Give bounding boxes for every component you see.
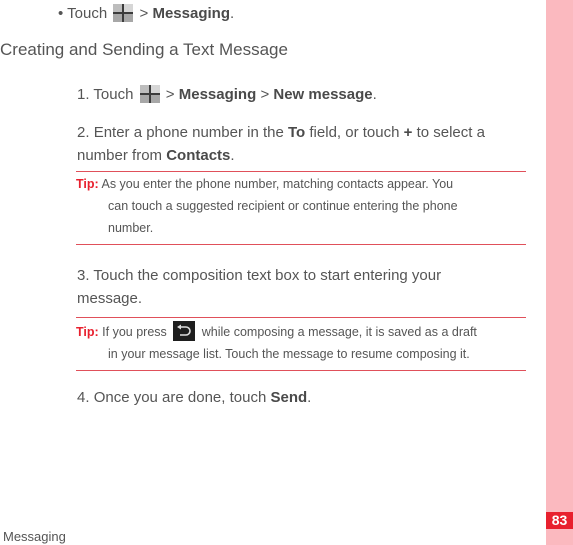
tip-1-line-3: number.: [108, 221, 154, 235]
step-3-line-1: 3. Touch the composition text box to sta…: [77, 264, 441, 287]
step-text: to select a: [416, 124, 485, 141]
step-end: .: [307, 389, 312, 406]
step-3: 3. Touch the composition text box to sta…: [77, 264, 441, 310]
bullet-prefix: • Touch: [58, 5, 108, 22]
tip-text: If you press: [102, 325, 167, 339]
step-2-line-2: number from Contacts.: [77, 144, 485, 167]
page-edge-sidebar: [546, 0, 573, 545]
step-1: 1. Touch > Messaging > New message.: [77, 85, 377, 103]
tip-label: Tip:: [76, 325, 99, 339]
bullet-end: .: [230, 5, 235, 22]
footer-section-label: Messaging: [3, 529, 66, 544]
step-4: 4. Once you are done, touch Send.: [77, 389, 311, 406]
bold-term: Messaging: [178, 86, 257, 103]
bold-term: Send: [270, 389, 308, 406]
bullet-separator: >: [139, 5, 149, 22]
tip-text: As you enter the phone number, matching …: [101, 177, 454, 191]
step-number: 4.: [77, 389, 90, 406]
tip-1-line-2: can touch a suggested recipient or conti…: [108, 199, 458, 213]
section-heading: Creating and Sending a Text Message: [0, 40, 288, 59]
tip-text: while composing a message, it is saved a…: [201, 325, 477, 339]
step-end: .: [230, 147, 235, 164]
step-text: Enter a phone number in the: [93, 124, 284, 141]
tip-box-2: Tip: If you press while composing a mess…: [76, 317, 526, 371]
step-text: Once you are done, touch: [93, 389, 267, 406]
step-number: 1.: [77, 86, 90, 103]
apps-grid-icon: [139, 85, 160, 103]
step-text: Touch: [93, 86, 134, 103]
tip-2-line-2: in your message list. Touch the message …: [108, 347, 470, 361]
step-text: Touch the composition text box to start …: [93, 267, 442, 284]
bullet-line: • Touch > Messaging.: [58, 4, 234, 22]
step-text: field, or touch: [309, 124, 400, 141]
step-number: 2.: [77, 124, 90, 141]
tip-box-1: Tip: As you enter the phone number, matc…: [76, 171, 526, 245]
step-2-line-1: 2. Enter a phone number in the To field,…: [77, 121, 485, 144]
bullet-target: Messaging: [152, 5, 230, 22]
bold-term: +: [403, 124, 413, 141]
back-icon: [173, 321, 196, 341]
separator: >: [165, 86, 175, 103]
step-number: 3.: [77, 267, 90, 284]
bold-term: Contacts: [166, 147, 231, 164]
page-number-badge: 83: [546, 512, 573, 529]
step-end: .: [372, 86, 377, 103]
tip-2-line-1: Tip: If you press while composing a mess…: [76, 318, 526, 343]
apps-grid-icon: [113, 4, 134, 22]
step-text: number from: [77, 147, 163, 164]
separator: >: [260, 86, 270, 103]
step-2: 2. Enter a phone number in the To field,…: [77, 121, 485, 167]
tip-label: Tip:: [76, 177, 99, 191]
bold-term: To: [288, 124, 306, 141]
tip-1-line-1: Tip: As you enter the phone number, matc…: [76, 172, 526, 195]
step-3-line-2: message.: [77, 290, 143, 307]
bold-term: New message: [273, 86, 373, 103]
